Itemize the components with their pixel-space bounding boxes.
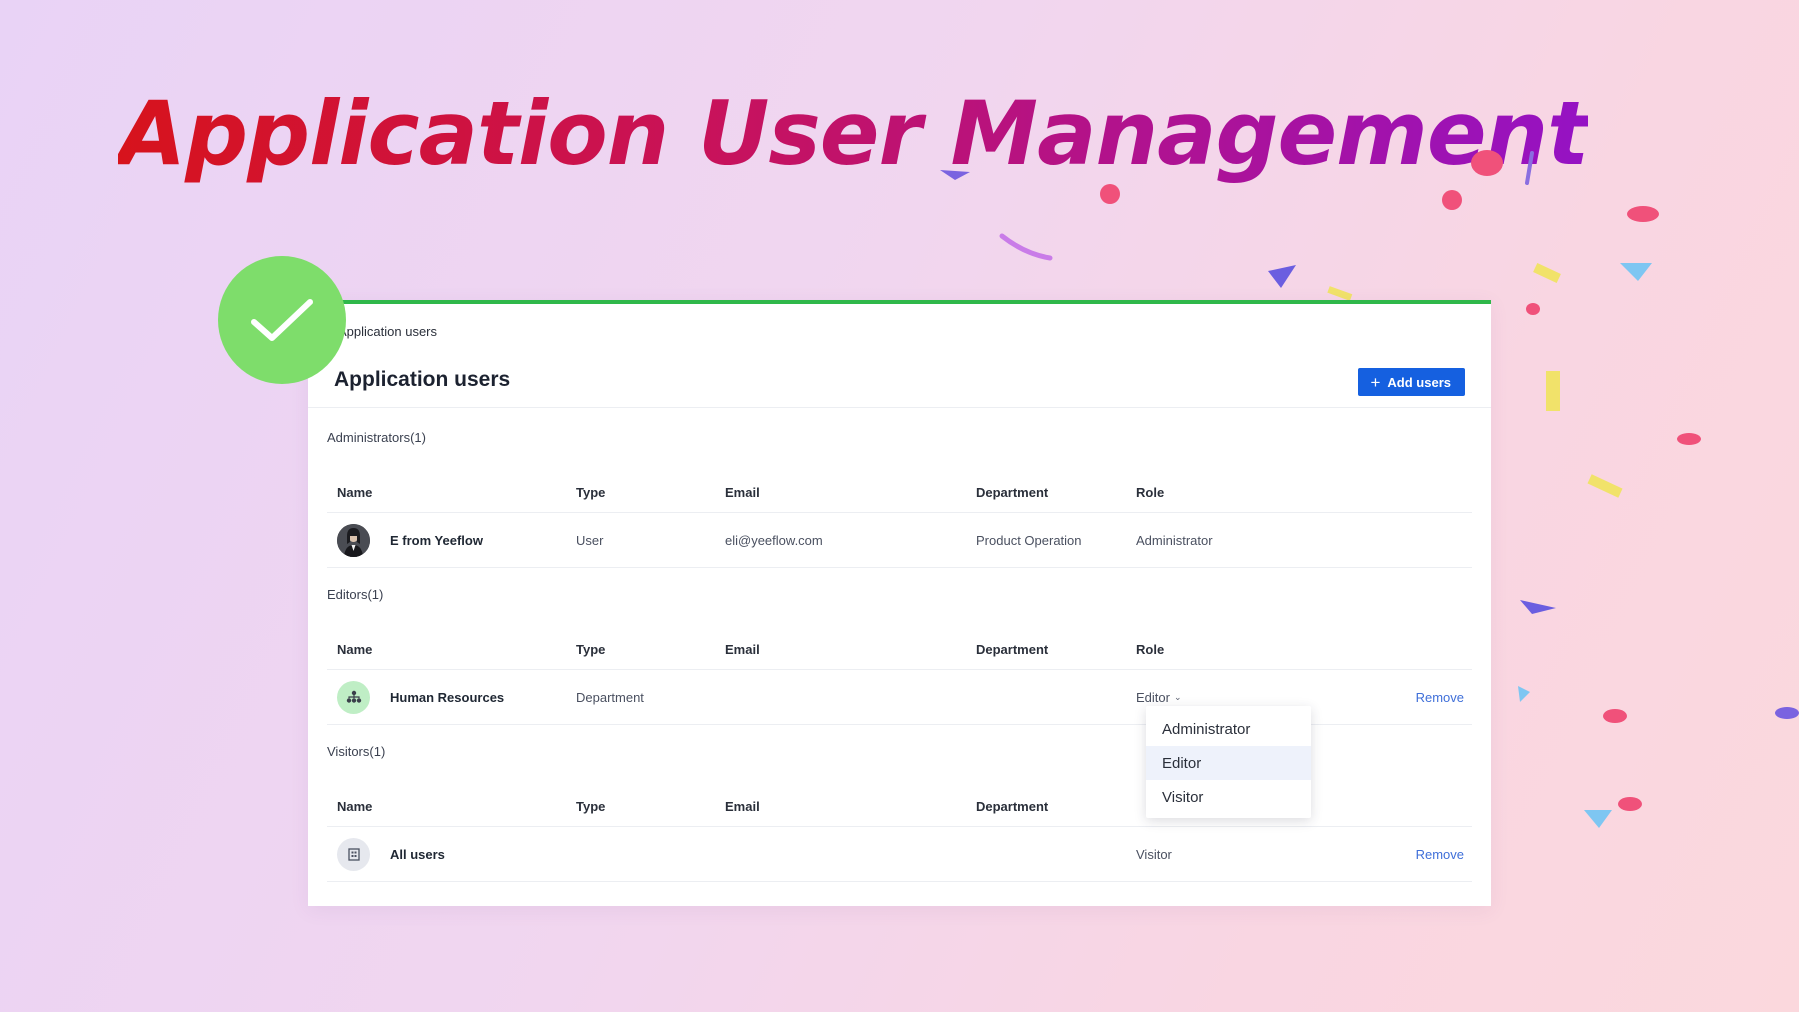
user-name: Human Resources (390, 689, 505, 705)
breadcrumb[interactable]: Application users (338, 324, 437, 339)
department-icon (337, 680, 370, 714)
user-type: User (576, 532, 604, 548)
table-row[interactable]: All users Visitor Remove (327, 827, 1472, 882)
column-header-email: Email (725, 642, 760, 657)
section-label: Editors(1) (327, 587, 384, 602)
add-users-label: Add users (1387, 374, 1451, 390)
column-header-name: Name (337, 799, 373, 814)
column-header-email: Email (725, 799, 760, 814)
organization-icon (337, 837, 370, 871)
table-header: Name Type Email Department Role (327, 473, 1472, 513)
role-dropdown-menu: Administrator Editor Visitor (1146, 706, 1311, 818)
section-label: Administrators(1) (327, 430, 426, 445)
editors-section: Editors(1) Name Type Email Department Ro… (327, 587, 1472, 725)
user-name: E from Yeeflow (390, 532, 483, 548)
plus-icon: + (1370, 372, 1381, 392)
column-header-name: Name (337, 642, 373, 657)
header-divider (308, 407, 1491, 408)
page-title: Application users (334, 368, 511, 391)
application-users-panel: Application users Application users + Ad… (308, 300, 1491, 906)
administrators-section: Administrators(1) Name Type Email Depart… (327, 430, 1472, 568)
column-header-email: Email (725, 485, 760, 500)
column-header-department: Department (976, 485, 1049, 500)
user-type: Department (576, 689, 644, 705)
user-name: All users (390, 846, 445, 862)
chevron-down-icon: ⌄ (1173, 691, 1182, 702)
role-option-editor[interactable]: Editor (1146, 746, 1311, 780)
role-select[interactable]: Visitor (1136, 847, 1336, 862)
column-header-role: Role (1136, 642, 1165, 657)
remove-button[interactable]: Remove (1416, 690, 1464, 705)
hero-title: Application User Management (118, 82, 1589, 185)
column-header-type: Type (576, 799, 606, 814)
column-header-type: Type (576, 485, 606, 500)
table-row[interactable]: E from Yeeflow User eli@yeeflow.com Prod… (327, 513, 1472, 568)
column-header-role: Role (1136, 485, 1165, 500)
role-select[interactable]: Editor ⌄ (1136, 690, 1336, 705)
user-role: Administrator (1136, 532, 1213, 548)
success-check-icon (218, 256, 346, 384)
table-header: Name Type Email Department Role (327, 630, 1472, 670)
column-header-department: Department (976, 799, 1049, 814)
remove-button[interactable]: Remove (1416, 847, 1464, 862)
column-header-department: Department (976, 642, 1049, 657)
user-department: Product Operation (976, 532, 1082, 548)
add-users-button[interactable]: + Add users (1358, 368, 1465, 396)
role-option-administrator[interactable]: Administrator (1146, 712, 1311, 746)
role-select-value: Editor (1136, 689, 1170, 705)
avatar (337, 523, 370, 557)
column-header-type: Type (576, 642, 606, 657)
role-option-visitor[interactable]: Visitor (1146, 780, 1311, 814)
user-email: eli@yeeflow.com (725, 532, 823, 548)
column-header-name: Name (337, 485, 373, 500)
